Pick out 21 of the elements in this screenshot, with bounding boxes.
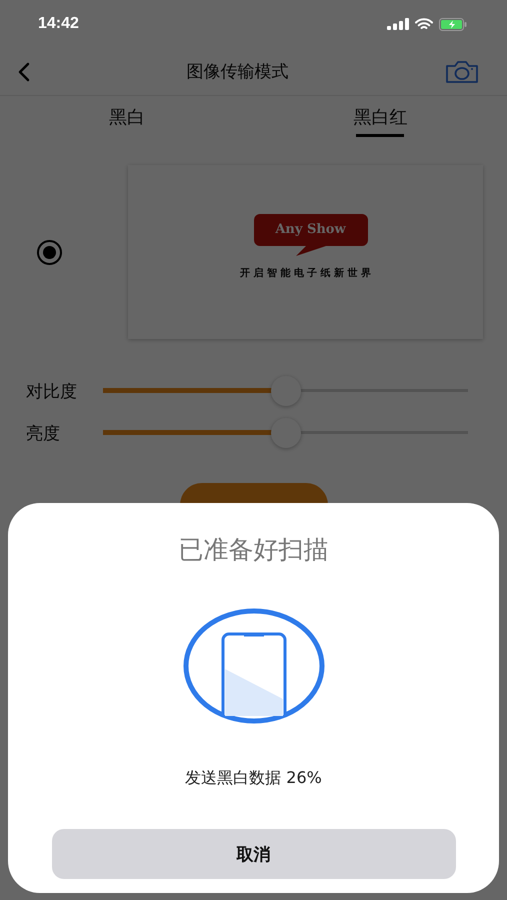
back-icon[interactable] — [18, 62, 30, 82]
tab[interactable]: 黑白红 — [254, 96, 507, 138]
tagline: 开 启 智 能 电 子 纸 新 世 界 — [240, 266, 372, 280]
slider-label: 亮度 — [26, 422, 61, 444]
slider-thumb[interactable] — [270, 418, 300, 448]
status-time: 14:42 — [38, 15, 79, 33]
slider[interactable] — [103, 376, 468, 406]
battery-icon — [439, 18, 467, 30]
slider-thumb[interactable] — [270, 376, 300, 406]
sheet-title: 已准备好扫描 — [178, 534, 328, 566]
signal-icon — [387, 18, 409, 30]
wifi-icon — [415, 18, 433, 30]
camera-icon[interactable] — [445, 60, 479, 84]
slider[interactable] — [103, 418, 468, 448]
tab[interactable]: 黑白 — [0, 96, 254, 138]
progress-text: 发送黑白数据 26% — [185, 768, 322, 789]
logo-text: Any Show — [275, 222, 346, 238]
radio-button[interactable] — [36, 240, 62, 264]
slider-label: 对比度 — [26, 380, 78, 402]
page-title: 图像传输模式 — [186, 61, 288, 83]
cancel-button[interactable]: 取消 — [52, 829, 456, 879]
